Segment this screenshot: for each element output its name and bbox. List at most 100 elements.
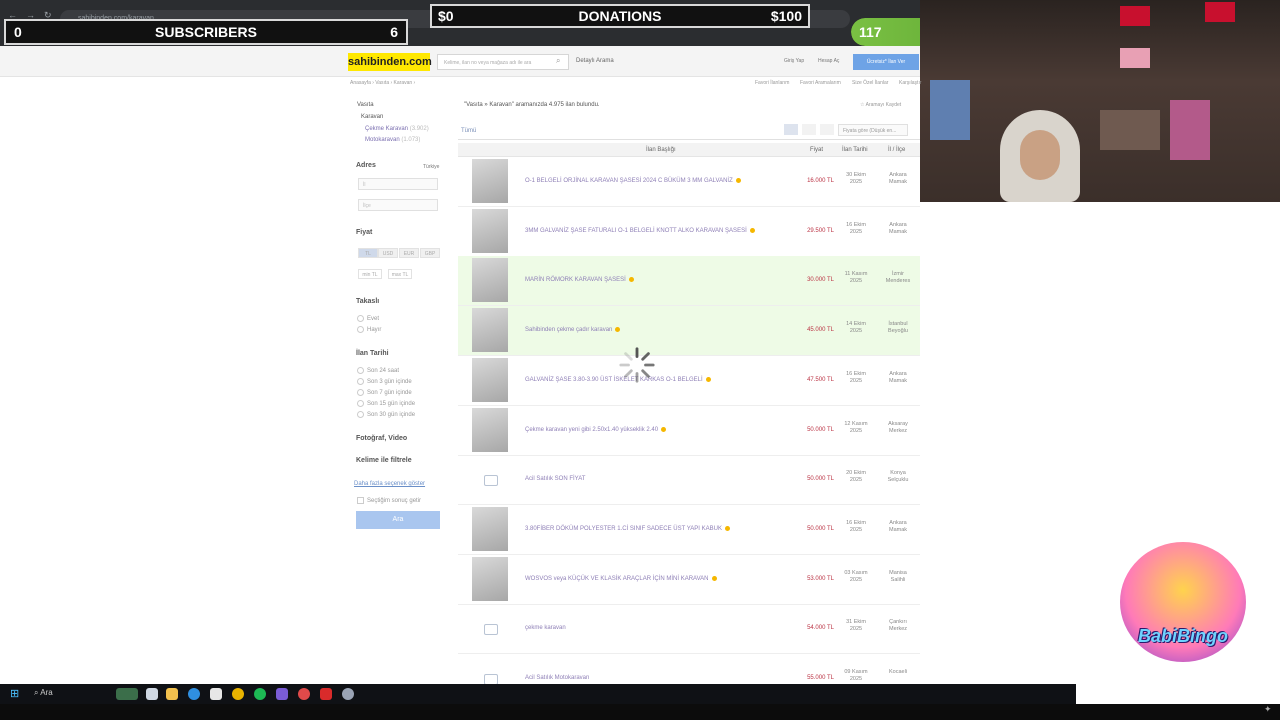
- table-row[interactable]: 3MM GALVANİZ ŞASE FATURALI O-1 BELGELİ K…: [458, 207, 920, 257]
- listing-thumbnail[interactable]: [472, 159, 508, 203]
- login-link[interactable]: Giriş Yap: [784, 58, 804, 64]
- photo-filter[interactable]: Fotoğraf, Video: [356, 435, 407, 442]
- province-select[interactable]: İl: [358, 178, 438, 190]
- taskbar-search[interactable]: ⌕ Ara: [34, 688, 53, 698]
- category-karavan[interactable]: Karavan: [361, 114, 383, 120]
- table-row[interactable]: Çekme karavan yeni gibi 2.50x1.40 yüksek…: [458, 406, 920, 456]
- special-ads-link[interactable]: Size Özel İlanlar: [852, 80, 888, 86]
- listing-location: Çankırı Merkez: [888, 619, 908, 633]
- chrome-icon[interactable]: [232, 688, 244, 700]
- tab-all[interactable]: Tümü: [461, 128, 476, 134]
- app-icon[interactable]: [320, 688, 332, 700]
- advanced-search-link[interactable]: Detaylı Arama: [576, 58, 614, 64]
- table-row[interactable]: 3.80FİBER DÖKÜM POLYESTER 1.Cİ SINIF SAD…: [458, 505, 920, 555]
- max-price-input[interactable]: max TL: [388, 269, 412, 279]
- listing-title[interactable]: Acil Satılık Motokaravan: [525, 675, 589, 681]
- table-row[interactable]: Sahibinden çekme çadır karavan 45.000 TL 1…: [458, 306, 920, 357]
- results-count: "Vasıta » Karavan" aramanızda 4.975 ilan…: [464, 102, 600, 108]
- compact-view-icon[interactable]: [802, 124, 816, 135]
- badge-icon: [628, 277, 634, 283]
- listing-title[interactable]: O-1 BELGELİ ORJİNAL KARAVAN ŞASESİ 2024 …: [525, 178, 741, 184]
- breadcrumb[interactable]: Anasayfa › Vasıta › Karavan ›: [350, 80, 415, 86]
- col-location[interactable]: İl / İlçe: [888, 147, 905, 153]
- listing-title[interactable]: 3.80FİBER DÖKÜM POLYESTER 1.Cİ SINIF SAD…: [525, 525, 730, 532]
- col-title[interactable]: İlan Başlığı: [646, 147, 676, 153]
- table-row[interactable]: Acil Satılık SON FİYAT 50.000 TL 20 Ekim 20…: [458, 455, 920, 506]
- donations-goal: $100: [770, 8, 802, 24]
- list-view-icon[interactable]: [784, 124, 798, 135]
- settings-icon[interactable]: [342, 688, 354, 700]
- widgets-icon[interactable]: [116, 688, 138, 700]
- listing-title[interactable]: MARİN RÖMORK KARAVAN ŞASESİ: [525, 277, 634, 283]
- table-row[interactable]: WOSVOS veya KÜÇÜK VE KLASİK ARAÇLAR İÇİN…: [458, 555, 920, 605]
- listing-date: 14 Ekim 2025: [846, 321, 866, 335]
- sidebar-item-cekme[interactable]: Çekme Karavan (3.902): [365, 126, 429, 132]
- table-row[interactable]: MARİN RÖMORK KARAVAN ŞASESİ 30.000 TL 11 K…: [458, 256, 920, 307]
- currency-tl[interactable]: TL: [358, 248, 378, 258]
- remember-checkbox[interactable]: Seçtiğim sonuç getir: [357, 497, 421, 504]
- currency-eur[interactable]: EUR: [399, 248, 419, 258]
- search-button[interactable]: Ara: [356, 511, 440, 529]
- store-icon[interactable]: [210, 688, 222, 700]
- taskbar: ⊞ ⌕ Ara: [0, 684, 1076, 704]
- listing-location: Ankara Mamak: [888, 370, 908, 384]
- file-explorer-icon[interactable]: [166, 688, 178, 700]
- spotify-icon[interactable]: [254, 688, 266, 700]
- listing-thumbnail[interactable]: [472, 506, 508, 551]
- currency-usd[interactable]: USD: [378, 248, 398, 258]
- currency-gbp[interactable]: GBP: [420, 248, 440, 258]
- fav-ads-link[interactable]: Favori İlanlarım: [755, 80, 789, 86]
- date-15d[interactable]: Son 15 gün içinde: [357, 400, 415, 407]
- listing-title[interactable]: çekme karavan: [525, 625, 566, 631]
- col-price[interactable]: Fiyat: [810, 147, 823, 153]
- more-options-link[interactable]: Daha fazla seçenek göster: [354, 481, 425, 487]
- search-input[interactable]: Kelime, ilan no veya mağaza adı ile ara: [437, 54, 569, 70]
- app-icon[interactable]: [298, 688, 310, 700]
- listing-title[interactable]: Acil Satılık SON FİYAT: [525, 476, 585, 482]
- logo-wordmark: BabiBingo: [1138, 626, 1228, 646]
- listing-date: 12 Kasım 2025: [844, 420, 868, 434]
- save-search-link[interactable]: ☆ Aramayı Kaydet: [860, 102, 901, 108]
- camera-icon[interactable]: [472, 457, 508, 501]
- post-ad-button[interactable]: Ücretsiz* İlan Ver: [853, 54, 919, 70]
- compare-link[interactable]: Karşılaştır: [899, 80, 922, 86]
- date-7d[interactable]: Son 7 gün içinde: [357, 389, 412, 396]
- app-icon[interactable]: [276, 688, 288, 700]
- sort-select[interactable]: Fiyata göre (Düşük en...: [838, 124, 908, 136]
- swap-yes[interactable]: Evet: [357, 315, 379, 322]
- keyword-filter[interactable]: Kelime ile filtrele: [356, 457, 412, 464]
- edge-icon[interactable]: [188, 688, 200, 700]
- category-vasita[interactable]: Vasıta: [357, 102, 374, 108]
- district-select[interactable]: İlçe: [358, 199, 438, 211]
- table-row[interactable]: O-1 BELGELİ ORJİNAL KARAVAN ŞASESİ 2024 …: [458, 157, 920, 207]
- site-logo[interactable]: sahibinden.com: [348, 53, 432, 71]
- listing-title[interactable]: 3MM GALVANİZ ŞASE FATURALI O-1 BELGELİ K…: [525, 227, 755, 234]
- listing-thumbnail[interactable]: [472, 258, 508, 303]
- register-link[interactable]: Hesap Aç: [818, 58, 839, 64]
- listing-thumbnail[interactable]: [472, 357, 508, 402]
- windows-start-icon[interactable]: ⊞: [10, 687, 19, 700]
- sidebar-item-moto[interactable]: Motokaravan (1.073): [365, 137, 420, 143]
- listing-title[interactable]: WOSVOS veya KÜÇÜK VE KLASİK ARAÇLAR İÇİN…: [525, 575, 717, 582]
- listing-thumbnail[interactable]: [472, 407, 508, 452]
- camera-icon[interactable]: [472, 606, 508, 650]
- task-view-icon[interactable]: [146, 688, 158, 700]
- date-30d[interactable]: Son 30 gün içinde: [357, 411, 415, 418]
- table-row[interactable]: çekme karavan 54.000 TL 31 Ekim 2025 Çankırı…: [458, 604, 920, 655]
- listing-thumbnail[interactable]: [472, 308, 508, 353]
- date-24h[interactable]: Son 24 saat: [357, 367, 399, 374]
- date-3d[interactable]: Son 3 gün içinde: [357, 378, 412, 385]
- table-row[interactable]: GALVANİZ ŞASE 3.80-3.90 ÜST İSKELET KARK…: [458, 356, 920, 406]
- listing-thumbnail[interactable]: [472, 208, 508, 253]
- listing-title[interactable]: Çekme karavan yeni gibi 2.50x1.40 yüksek…: [525, 426, 667, 433]
- min-price-input[interactable]: min TL: [358, 269, 382, 279]
- listing-thumbnail[interactable]: [472, 556, 508, 601]
- listing-location: Aksaray Merkez: [888, 420, 908, 434]
- grid-view-icon[interactable]: [820, 124, 834, 135]
- fav-searches-link[interactable]: Favori Aramalarım: [800, 80, 841, 86]
- col-date[interactable]: İlan Tarihi: [842, 147, 868, 153]
- search-icon[interactable]: ⌕: [556, 56, 560, 66]
- sparkle-icon: ✦: [1264, 704, 1272, 714]
- listing-title[interactable]: Sahibinden çekme çadır karavan: [525, 327, 621, 333]
- swap-no[interactable]: Hayır: [357, 326, 381, 333]
